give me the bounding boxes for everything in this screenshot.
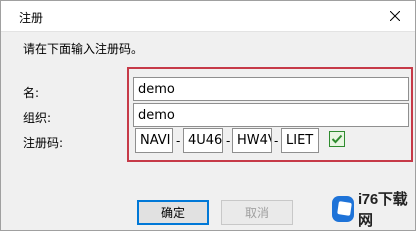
- window-title: 注册: [19, 11, 44, 25]
- code-separator: -: [176, 134, 181, 148]
- site-watermark: i76下载网: [332, 191, 412, 229]
- close-icon: [390, 11, 400, 21]
- instruction-text: 请在下面输入注册码。: [23, 42, 144, 56]
- code-part-2-input[interactable]: 4U46: [183, 128, 223, 153]
- checkmark-icon: [329, 131, 345, 147]
- code-part-3-input[interactable]: HW4V: [232, 128, 272, 153]
- ok-button[interactable]: 确定: [137, 200, 209, 225]
- name-input[interactable]: demo: [133, 77, 409, 101]
- name-label: 名:: [23, 86, 40, 100]
- registration-code-label: 注册码:: [23, 136, 64, 150]
- registration-dialog: 注册 请在下面输入注册码。 名: demo 组织: demo 注册码: NAVI…: [0, 0, 416, 231]
- site-logo-icon: [332, 196, 354, 222]
- organization-label: 组织:: [23, 111, 52, 125]
- code-separator: -: [274, 134, 279, 148]
- cancel-button[interactable]: 取消: [221, 200, 293, 225]
- close-button[interactable]: [375, 1, 415, 31]
- title-bar: 注册: [1, 1, 415, 32]
- watermark-text: i76下载网: [357, 191, 408, 229]
- code-part-4-input[interactable]: LIET: [281, 128, 319, 153]
- organization-input[interactable]: demo: [133, 103, 409, 127]
- code-separator: -: [226, 134, 231, 148]
- code-part-1-input[interactable]: NAVI: [135, 128, 173, 153]
